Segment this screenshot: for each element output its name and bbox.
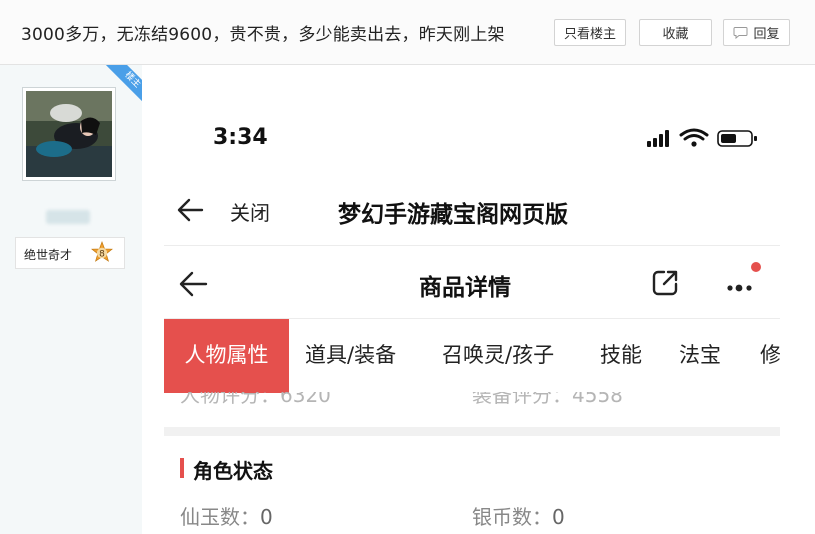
detail-nav-bar: 商品详情 xyxy=(164,246,780,318)
webview-nav-bar: 关闭 梦幻手游藏宝阁网页版 xyxy=(164,175,780,246)
tab-skills[interactable]: 技能 xyxy=(600,319,642,393)
tab-summons-children[interactable]: 召唤灵/孩子 xyxy=(442,319,554,393)
reply-button[interactable]: 回复 xyxy=(723,19,790,46)
reply-icon xyxy=(733,27,748,39)
tab-items-equipment[interactable]: 道具/装备 xyxy=(305,319,396,393)
share-icon[interactable] xyxy=(650,268,680,298)
tab-treasures[interactable]: 法宝 xyxy=(679,319,721,393)
section-title: 角色状态 xyxy=(193,459,273,483)
back-arrow-icon[interactable] xyxy=(178,268,210,300)
section-divider xyxy=(164,427,780,436)
owner-badge: 楼主 xyxy=(105,65,142,107)
more-icon[interactable] xyxy=(724,258,762,298)
thread-title: 3000多万，无冻结9600，贵不贵，多少能卖出去，昨天刚上架 xyxy=(21,25,505,45)
owner-ribbon: 楼主 xyxy=(100,65,142,107)
status-time: 3:34 xyxy=(213,125,268,150)
thread-header: 3000多万，无冻结9600，贵不贵，多少能卖出去，昨天刚上架 只看楼主 收藏 … xyxy=(0,0,815,65)
status-icons xyxy=(647,128,757,147)
character-score: 人物评分：6320 xyxy=(180,392,331,406)
tab-character-attributes[interactable]: 人物属性 xyxy=(164,319,289,393)
rank-title: 绝世奇才 xyxy=(24,248,73,262)
equipment-score: 装备评分：4558 xyxy=(472,392,623,406)
notification-dot xyxy=(751,262,761,272)
section-accent-bar xyxy=(180,458,184,478)
wifi-icon xyxy=(679,128,709,147)
stat-jade-label: 仙玉数： xyxy=(180,505,260,529)
tab-cultivation[interactable]: 修 xyxy=(760,319,780,393)
rank-level: 8 xyxy=(99,250,105,260)
stat-jade-value: 0 xyxy=(260,505,273,529)
webview-title: 梦幻手游藏宝阁网页版 xyxy=(338,202,568,228)
battery-icon xyxy=(717,130,757,147)
favorite-label: 收藏 xyxy=(662,27,689,42)
only-author-label: 只看楼主 xyxy=(563,27,616,42)
phone-screenshot: 3:34 关闭 梦幻手游藏宝阁网页版 商品详情 人物属性 道具/装备 召唤灵/孩… xyxy=(142,65,815,534)
only-author-button[interactable]: 只看楼主 xyxy=(554,19,626,46)
stat-silver-value: 0 xyxy=(552,505,565,529)
stat-silver: 银币数：0 xyxy=(472,501,565,530)
detail-title: 商品详情 xyxy=(419,275,511,301)
signal-icon xyxy=(647,130,669,147)
back-arrow-icon[interactable] xyxy=(176,195,206,225)
stat-silver-label: 银币数： xyxy=(472,505,552,529)
stat-jade: 仙玉数：0 xyxy=(180,501,273,530)
close-button[interactable]: 关闭 xyxy=(230,197,270,226)
username-blurred[interactable] xyxy=(46,210,90,224)
rank-star-icon: 8 xyxy=(91,241,113,262)
reply-label: 回复 xyxy=(753,27,780,42)
rank-box: 绝世奇才 8 xyxy=(15,237,125,269)
score-row-cutoff: 人物评分：6320 装备评分：4558 xyxy=(164,392,780,406)
attribute-tab-bar: 人物属性 道具/装备 召唤灵/孩子 技能 法宝 修 xyxy=(164,318,780,393)
favorite-button[interactable]: 收藏 xyxy=(639,19,712,46)
author-panel: 楼主 绝世奇才 8 xyxy=(0,65,142,534)
